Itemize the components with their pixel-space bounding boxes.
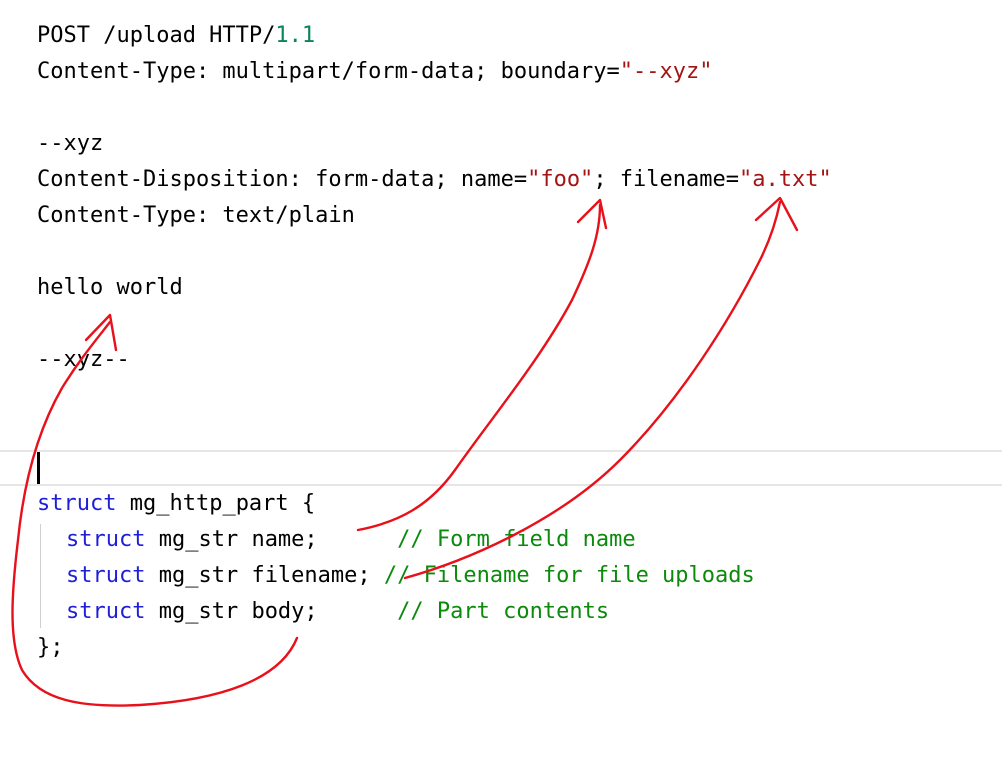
boundary-value: "--xyz"	[619, 59, 713, 84]
field-keyword: struct	[66, 527, 146, 552]
field-comment: // Form field name	[397, 527, 636, 552]
boundary-open-text: --xyz	[37, 131, 104, 156]
field-keyword: struct	[66, 599, 146, 624]
struct-close: };	[37, 635, 64, 660]
annotation-arrows	[11, 196, 799, 707]
field-comment: // Part contents	[397, 599, 610, 624]
http-version: 1.1	[275, 23, 316, 48]
disposition-middle: ; filename=	[593, 167, 740, 192]
code-editor[interactable]: POST /upload HTTP/1.1 Content-Type: mult…	[0, 0, 1002, 758]
name-value: "foo"	[527, 167, 594, 192]
struct-field-body: struct mg_str body; // Part contents	[66, 594, 609, 630]
boundary-close-line: --xyz--	[37, 342, 130, 378]
body-line: hello world	[37, 270, 183, 306]
part-content-type-text: Content-Type: text/plain	[37, 203, 355, 228]
indent-guide	[40, 524, 41, 628]
content-type-prefix: Content-Type: multipart/form-data; bound…	[37, 59, 620, 84]
arrowhead-filename	[754, 196, 799, 232]
struct-keyword: struct	[37, 491, 117, 516]
struct-field-name: struct mg_str name; // Form field name	[66, 522, 636, 558]
current-line-highlight	[0, 450, 1002, 486]
filename-value: "a.txt"	[739, 167, 832, 192]
text-caret[interactable]	[37, 452, 40, 484]
part-content-type-line: Content-Type: text/plain	[37, 198, 355, 234]
field-comment: // Filename for file uploads	[383, 563, 755, 588]
body-text: hello world	[37, 275, 183, 300]
field-decl: mg_str body;	[145, 599, 398, 624]
http-request-line: POST /upload HTTP/1.1	[37, 18, 315, 54]
struct-name: mg_http_part {	[116, 491, 316, 516]
struct-close-line: };	[37, 630, 64, 666]
struct-field-filename: struct mg_str filename; // Filename for …	[66, 558, 755, 594]
field-decl: mg_str filename;	[145, 563, 384, 588]
field-decl: mg_str name;	[145, 527, 398, 552]
content-disposition-header: Content-Disposition: form-data; name="fo…	[37, 162, 832, 198]
boundary-open-line: --xyz	[37, 126, 103, 162]
field-keyword: struct	[66, 563, 146, 588]
request-method-path: POST /upload HTTP/	[37, 23, 276, 48]
struct-open-line: struct mg_http_part {	[37, 486, 315, 522]
content-type-header: Content-Type: multipart/form-data; bound…	[37, 54, 713, 90]
boundary-close-text: --xyz--	[37, 347, 130, 372]
disposition-prefix: Content-Disposition: form-data; name=	[37, 167, 528, 192]
arrowhead-name	[576, 198, 608, 230]
